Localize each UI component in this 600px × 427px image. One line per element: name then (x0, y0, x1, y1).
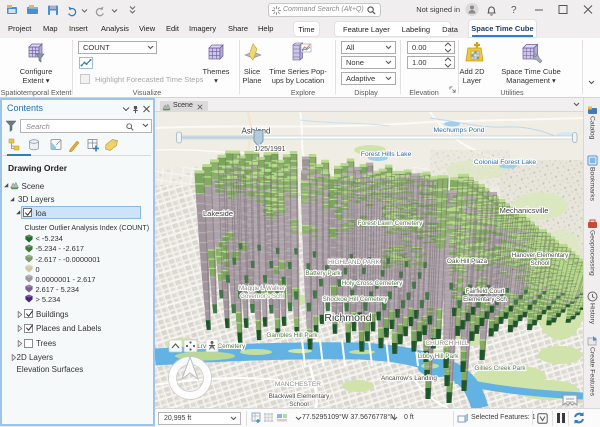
svg-text:Elementary Sch: Elementary Sch (463, 296, 507, 303)
svg-text:?: ? (511, 5, 517, 16)
svg-text:Battery Park: Battery Park (305, 270, 341, 277)
svg-text:Blackwell Elementary: Blackwell Elementary (269, 393, 331, 400)
svg-text:Holy Cross Cemetery: Holy Cross Cemetery (342, 280, 404, 287)
svg-text:Forest Hills Lake: Forest Hills Lake (361, 151, 412, 158)
svg-text:Shockoe Hill Cemetery: Shockoe Hill Cemetery (323, 296, 389, 303)
svg-text:School: School (289, 401, 309, 408)
svg-text:Hanover Elementary: Hanover Elementary (512, 252, 569, 259)
svg-text:Oak Hill Plaza: Oak Hill Plaza (447, 258, 488, 265)
svg-text:HIGHLAND PARK: HIGHLAND PARK (328, 259, 380, 266)
svg-text:Mechumps Pond: Mechumps Pond (433, 127, 484, 134)
svg-text:Fairfield Court: Fairfield Court (466, 288, 505, 295)
svg-text:Richmond: Richmond (324, 312, 371, 324)
svg-text:MANCHESTER: MANCHESTER (275, 381, 321, 388)
svg-text:Lakeside: Lakeside (203, 209, 233, 218)
svg-text:CHURCH HILL: CHURCH HILL (426, 340, 469, 347)
svg-text:Gambles Hill Park: Gambles Hill Park (266, 332, 318, 339)
svg-text:Libby Hill Park: Libby Hill Park (418, 353, 460, 360)
svg-text:Maggie L Walker: Maggie L Walker (239, 285, 285, 292)
svg-text:1/25/1991: 1/25/1991 (254, 146, 285, 153)
svg-text:Governor's Schl: Governor's Schl (240, 293, 284, 300)
svg-text:Mechanicsville: Mechanicsville (500, 206, 549, 215)
svg-text:R Lrview Cemetery: R Lrview Cemetery (191, 343, 246, 350)
svg-text:Gillies Creek Park: Gillies Creek Park (474, 365, 526, 372)
svg-text:School: School (531, 260, 550, 267)
svg-text:Ancarrow's Landing: Ancarrow's Landing (381, 375, 437, 382)
svg-text:Colonial Forest Lake: Colonial Forest Lake (474, 159, 537, 166)
svg-text:Forest Lawn Cemetery: Forest Lawn Cemetery (358, 220, 423, 227)
